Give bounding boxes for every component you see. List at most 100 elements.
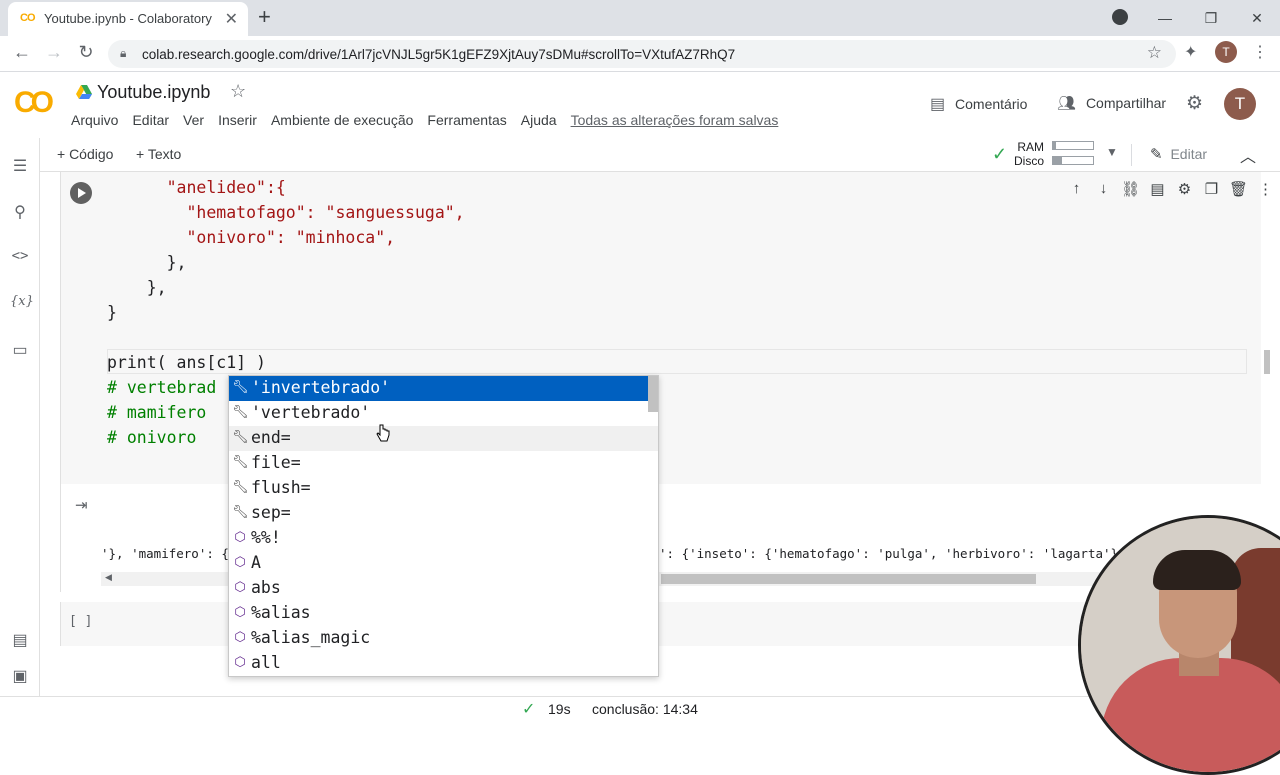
notebook-toolbar: + Código + Texto ✓ RAM Disco ▼ ✎ Editar … — [0, 138, 1280, 172]
autocomplete-item[interactable]: ⬡ abs — [229, 576, 658, 601]
editor-scrollbar[interactable] — [1264, 350, 1270, 374]
resource-labels[interactable]: RAM Disco — [1014, 140, 1044, 168]
cube-icon: ⬡ — [234, 655, 246, 670]
menu-runtime[interactable]: Ambiente de execução — [271, 112, 413, 128]
execution-time: 19s — [548, 701, 571, 717]
colab-logo[interactable]: CO — [14, 86, 54, 120]
more-icon[interactable]: ⋮ — [1252, 180, 1279, 198]
wrench-icon: 🔧︎ — [232, 430, 249, 445]
resources-dropdown-icon[interactable]: ▼ — [1106, 145, 1118, 159]
bookmark-star-icon[interactable]: ☆ — [1147, 43, 1162, 63]
menu-view[interactable]: Ver — [183, 112, 204, 128]
cube-icon: ⬡ — [234, 605, 246, 620]
cube-icon: ⬡ — [234, 530, 246, 545]
autocomplete-item[interactable]: 🔧︎ sep= — [229, 501, 658, 526]
autocomplete-item[interactable]: ⬡ %alias — [229, 601, 658, 626]
window-close-icon[interactable]: ✕ — [1234, 10, 1280, 27]
back-icon[interactable]: ← — [10, 42, 34, 63]
saved-status-link[interactable]: Todas as alterações foram salvas — [571, 112, 779, 128]
code-line: }, — [107, 278, 167, 297]
command-palette-icon[interactable]: ▤ — [10, 630, 30, 650]
browser-tab-strip: CO Youtube.ipynb - Colaboratory ✕ + — ❐ … — [0, 0, 1280, 36]
menu-help[interactable]: Ajuda — [521, 112, 557, 128]
autocomplete-scrollbar[interactable] — [648, 376, 658, 412]
scrollbar-thumb[interactable] — [661, 574, 1036, 584]
forward-icon[interactable]: → — [42, 42, 66, 63]
disk-usage-fill — [1053, 157, 1062, 164]
restore-icon[interactable]: ❐ — [1188, 10, 1234, 27]
autocomplete-item[interactable]: ⬡ A — [229, 551, 658, 576]
browser-menu-icon[interactable]: ⋮ — [1252, 42, 1268, 62]
cube-icon: ⬡ — [234, 555, 246, 570]
star-icon[interactable]: ☆ — [230, 81, 246, 102]
browser-toolbar: ← → ↻ 🔒︎ colab.research.google.com/drive… — [0, 36, 1280, 72]
webcam-overlay — [1078, 515, 1280, 775]
gear-icon[interactable]: ⚙ — [1186, 92, 1203, 115]
move-up-icon[interactable]: ↑ — [1063, 180, 1090, 198]
comment-cell-icon[interactable]: ▤ — [1144, 180, 1171, 198]
add-code-button[interactable]: + Código — [57, 146, 113, 162]
autocomplete-item[interactable]: ⬡%%! — [229, 526, 658, 551]
autocomplete-item-label: %alias — [251, 603, 311, 622]
autocomplete-item[interactable]: ⬡ all — [229, 651, 658, 676]
code-line: } — [107, 303, 117, 322]
edit-label: Editar — [1170, 146, 1208, 162]
code-snippets-icon[interactable]: <> — [10, 248, 30, 264]
user-avatar[interactable]: T — [1224, 88, 1256, 120]
minimize-icon[interactable]: — — [1142, 10, 1188, 26]
extensions-icon[interactable]: ✦ — [1184, 42, 1197, 62]
code-line: print( ans[c1] ) — [107, 353, 266, 372]
comment-icon: ▤ — [930, 96, 946, 113]
ram-usage-bar — [1052, 141, 1094, 150]
notebook-title[interactable]: Youtube.ipynb — [97, 82, 210, 103]
window-controls: — ❐ ✕ — [1142, 0, 1280, 36]
browser-tab[interactable]: CO Youtube.ipynb - Colaboratory ✕ — [8, 2, 248, 36]
comment-button[interactable]: ▤ Comentário — [930, 94, 1027, 114]
variables-icon[interactable]: {x} — [10, 294, 34, 309]
menu-tools[interactable]: Ferramentas — [427, 112, 506, 128]
output-text-left: '}, 'mamifero': { — [101, 546, 229, 561]
search-icon[interactable]: ⚲ — [10, 202, 30, 222]
add-text-button[interactable]: + Texto — [136, 146, 181, 162]
autocomplete-item[interactable]: 🔧︎ end= — [229, 426, 658, 451]
menu-insert[interactable]: Inserir — [218, 112, 257, 128]
autocomplete-item[interactable]: 🔧︎'vertebrado' — [229, 401, 658, 426]
code-line: # mamifero — [107, 403, 207, 422]
autocomplete-item-label: sep= — [251, 503, 291, 522]
autocomplete-item-label: A — [251, 553, 261, 572]
current-line-highlight — [107, 349, 1247, 374]
autocomplete-item[interactable]: 🔧︎ flush= — [229, 476, 658, 501]
link-icon[interactable]: ⛓ — [1117, 180, 1144, 198]
share-button[interactable]: 👥︎ Compartilhar — [1057, 94, 1166, 112]
table-of-contents-icon[interactable]: ☰ — [10, 156, 30, 176]
terminal-icon[interactable]: ▣ — [10, 666, 30, 686]
reload-icon[interactable]: ↻ — [74, 42, 98, 63]
autocomplete-item[interactable]: 🔧︎ file= — [229, 451, 658, 476]
address-bar[interactable]: 🔒︎ colab.research.google.com/drive/1Arl7… — [108, 40, 1176, 68]
scroll-left-icon[interactable]: ◀ — [105, 572, 112, 583]
folder-icon[interactable]: ▭ — [10, 340, 30, 360]
cell-settings-icon[interactable]: ⚙ — [1171, 180, 1198, 198]
delete-cell-icon[interactable]: 🗑︎ — [1225, 180, 1252, 198]
run-cell-icon[interactable] — [70, 182, 92, 204]
menu-edit[interactable]: Editar — [132, 112, 169, 128]
clear-output-icon[interactable]: ⇥ — [75, 496, 88, 514]
tab-search-icon[interactable] — [1112, 9, 1128, 25]
code-line-text: "anelideo":{ — [107, 178, 286, 197]
move-down-icon[interactable]: ↓ — [1090, 180, 1117, 198]
toolbar-divider — [1131, 144, 1132, 166]
new-tab-icon[interactable]: + — [258, 4, 271, 30]
browser-profile-avatar[interactable]: T — [1215, 41, 1237, 63]
tab-close-icon[interactable]: ✕ — [225, 9, 238, 29]
menu-file[interactable]: Arquivo — [71, 112, 118, 128]
edit-button[interactable]: ✎ Editar — [1150, 145, 1207, 163]
colab-favicon-icon: CO — [20, 12, 36, 24]
code-line-text: "onivoro": "minhoca", — [107, 228, 396, 247]
webcam-hair — [1153, 550, 1241, 590]
wrench-icon: 🔧︎ — [232, 405, 249, 420]
autocomplete-item[interactable]: ⬡ %alias_magic — [229, 626, 658, 651]
autocomplete-item[interactable]: 🔧︎'invertebrado' — [229, 376, 658, 401]
ram-usage-fill — [1053, 142, 1057, 149]
mirror-cell-icon[interactable]: ❐ — [1198, 180, 1225, 198]
chevron-up-icon[interactable]: ︿ — [1240, 143, 1256, 167]
